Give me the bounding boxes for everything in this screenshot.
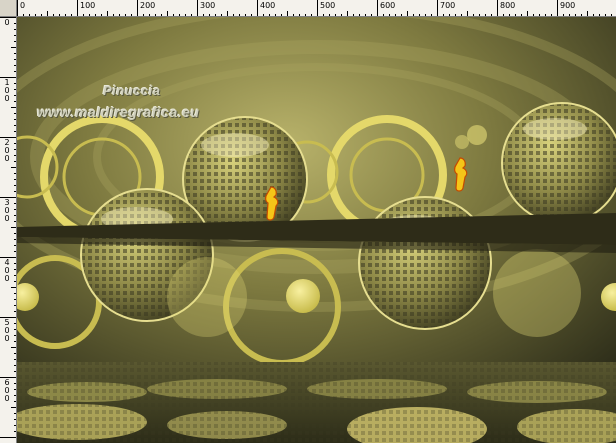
horizontal-ruler[interactable]: 0 100 200 300 400 500 600 700 800 900 <box>17 0 616 17</box>
ruler-label-200: 200 <box>140 1 156 10</box>
artwork <box>17 17 616 443</box>
vertical-ruler[interactable]: 0 1 0 0 2 0 0 3 0 0 4 0 0 5 0 0 6 0 0 <box>0 17 17 443</box>
image-canvas[interactable]: Pinuccia www.maldiregrafica.eu <box>17 17 616 443</box>
vruler-label-100: 1 0 0 <box>4 78 10 103</box>
ruler-label-800: 800 <box>500 1 516 10</box>
ruler-label-500: 500 <box>320 1 336 10</box>
watermark-site: www.maldiregrafica.eu <box>37 104 200 120</box>
sphere-top-right <box>501 102 616 224</box>
horizontal-ruler-ticks <box>17 0 612 16</box>
ruler-label-700: 700 <box>440 1 456 10</box>
ruler-label-300: 300 <box>200 1 216 10</box>
vruler-label-200: 2 0 0 <box>4 138 10 163</box>
floor <box>17 362 616 443</box>
ruler-corner <box>0 0 17 17</box>
vruler-label-0: 0 <box>4 18 10 27</box>
vruler-label-300: 3 0 0 <box>4 198 10 223</box>
ruler-label-0: 0 <box>20 1 26 10</box>
vruler-label-400: 4 0 0 <box>4 258 10 283</box>
vruler-label-500: 5 0 0 <box>4 318 10 343</box>
ruler-label-400: 400 <box>260 1 276 10</box>
watermark-name: Pinuccia <box>103 83 161 98</box>
ruler-label-100: 100 <box>80 1 96 10</box>
vruler-label-600: 6 0 0 <box>4 378 10 403</box>
ruler-label-600: 600 <box>380 1 396 10</box>
ruler-label-900: 900 <box>560 1 576 10</box>
